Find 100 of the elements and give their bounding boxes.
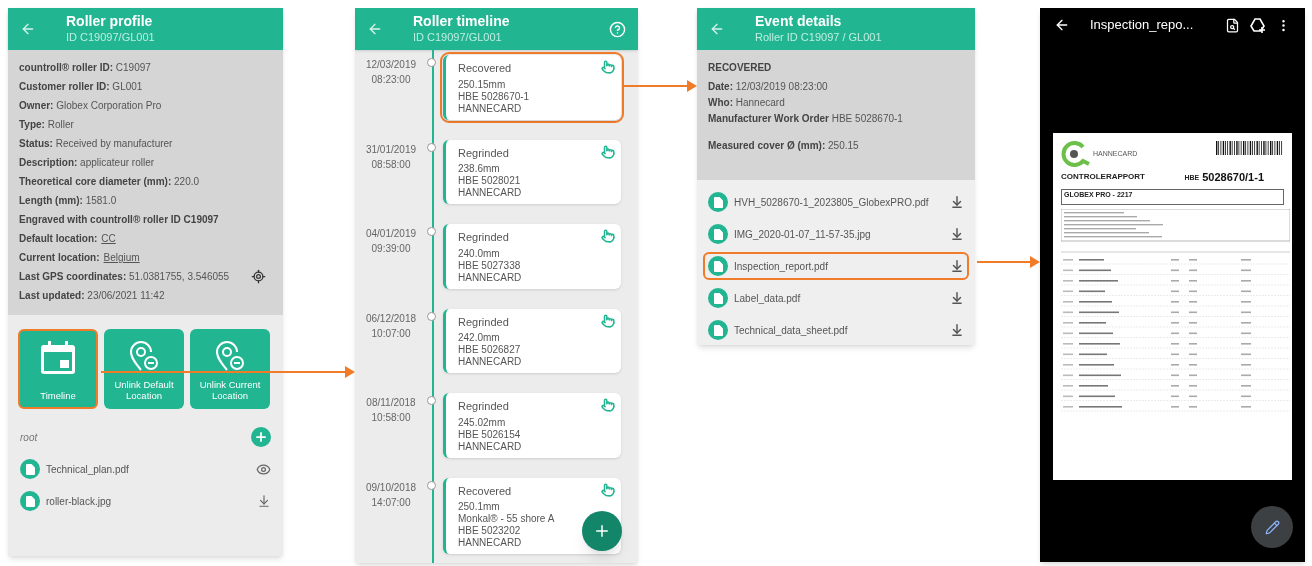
file-search-icon[interactable] xyxy=(1225,17,1240,33)
report-number: 5028670/1-1 xyxy=(1202,172,1264,183)
event-detail: 240.0mm xyxy=(458,247,501,260)
screen-title: Roller profile xyxy=(66,13,154,31)
event-detail: 238.6mm xyxy=(458,163,501,175)
event-date: 12/03/2019 xyxy=(365,58,417,72)
screen-subtitle: ID C19097/GL001 xyxy=(413,30,503,45)
folder-label: root xyxy=(20,430,38,445)
tap-icon[interactable] xyxy=(601,313,615,328)
file-icon xyxy=(708,256,728,276)
screen-title: Roller timeline xyxy=(413,13,511,31)
add-button[interactable] xyxy=(251,427,271,447)
field-text: countroll® roller ID: C19097 xyxy=(19,61,151,75)
screen-subtitle: Roller ID C19097 / GL001 xyxy=(755,30,883,45)
screen-title: Event details xyxy=(755,13,843,31)
event-detail: 245.02mm xyxy=(458,416,507,429)
tap-icon[interactable] xyxy=(601,229,615,243)
document-title: Inspection_repo... xyxy=(1090,16,1195,35)
barcode-icon xyxy=(1216,141,1284,155)
field-text: Description: applicateur roller xyxy=(19,156,155,170)
event-type: RECOVERED xyxy=(708,61,773,75)
event-date: 31/01/2019 xyxy=(365,142,417,157)
file-row[interactable]: Inspection_report.pdf xyxy=(705,254,967,278)
tap-icon[interactable] xyxy=(601,482,615,497)
event-card[interactable]: Regrinded 240.0mm HBE 5027338 HANNECARD xyxy=(440,221,624,292)
pin-minus-icon xyxy=(128,341,160,373)
event-card[interactable]: Recovered 250.15mm HBE 5028670-1 HANNECARD xyxy=(440,52,624,123)
tap-icon[interactable] xyxy=(601,144,615,159)
edit-button[interactable] xyxy=(1251,506,1293,548)
help-icon[interactable] xyxy=(609,20,626,38)
file-name[interactable]: roller-black.jpg xyxy=(46,493,251,509)
file-name: Label_data.pdf xyxy=(734,291,802,306)
event-detail: HBE 5026827 xyxy=(458,344,522,356)
file-name: HVH_5028670-1_2023805_GlobexPRO.pdf xyxy=(734,195,930,210)
back-icon[interactable] xyxy=(1054,17,1070,33)
file-name: Technical_data_sheet.pdf xyxy=(734,323,849,338)
event-detail: Monkal® - 55 shore A xyxy=(458,513,556,525)
file-icon xyxy=(708,320,728,340)
file-name[interactable]: Technical_plan.pdf xyxy=(46,461,250,477)
file-icon xyxy=(708,224,728,244)
event-time: 14:07:00 xyxy=(371,495,411,510)
file-icon xyxy=(708,192,728,212)
event-detail: HBE 5023202 xyxy=(458,525,522,537)
event-detail: HBE 5027338 xyxy=(458,259,522,272)
location-link[interactable]: Belgium xyxy=(103,250,140,265)
field-text: Owner: Globex Corporation Pro xyxy=(19,99,162,113)
field-text: Status: Received by manufacturer xyxy=(19,137,173,151)
event-detail: HBE 5026154 xyxy=(458,428,522,441)
field-text: Engraved with countroll® roller ID C19097 xyxy=(19,213,219,227)
file-row[interactable]: Technical_data_sheet.pdf xyxy=(705,318,967,342)
event-date: 06/12/2018 xyxy=(365,311,417,326)
logo-icon xyxy=(1061,141,1091,167)
download-icon[interactable] xyxy=(257,494,271,508)
field-label: Current location: xyxy=(19,251,100,265)
field-text: Measured cover Ø (mm): 250.15 xyxy=(708,139,860,153)
file-name: Inspection_report.pdf xyxy=(734,259,829,274)
field-text: Date: 12/03/2019 08:23:00 xyxy=(708,80,829,94)
event-detail: HBE 5028021 xyxy=(458,175,522,187)
event-type: Regrinded xyxy=(458,145,510,161)
tap-icon[interactable] xyxy=(601,60,615,74)
field-text: Manufacturer Work Order HBE 5028670-1 xyxy=(708,112,904,126)
pin-minus-icon xyxy=(214,341,246,373)
connector-arrow xyxy=(976,256,1040,268)
location-link[interactable]: CC xyxy=(101,231,116,246)
screen-subtitle: ID C19097/GL001 xyxy=(66,30,156,45)
event-type: Regrinded xyxy=(458,399,510,414)
file-row[interactable]: Label_data.pdf xyxy=(705,286,967,310)
field-text: Length (mm): 1581.0 xyxy=(19,194,117,208)
event-detail: 250.1mm xyxy=(458,501,501,513)
event-time: 08:23:00 xyxy=(371,73,411,87)
locate-icon[interactable] xyxy=(251,269,266,284)
event-date: 04/01/2019 xyxy=(365,227,417,241)
download-icon[interactable] xyxy=(950,291,964,305)
report-heading: CONTROLERAPPORT xyxy=(1061,171,1145,183)
download-icon[interactable] xyxy=(950,195,964,209)
event-date: 09/10/2018 xyxy=(365,480,417,495)
tap-icon[interactable] xyxy=(601,398,615,412)
plus-icon xyxy=(593,522,611,540)
download-icon[interactable] xyxy=(950,227,964,241)
event-detail: HBE 5028670-1 xyxy=(458,90,531,103)
download-icon[interactable] xyxy=(950,259,964,273)
field-text: Who: Hannecard xyxy=(708,96,786,110)
event-card[interactable]: Regrinded 245.02mm HBE 5026154 HANNECARD xyxy=(440,390,624,461)
event-detail: HANNECARD xyxy=(458,537,523,549)
file-name: IMG_2020-01-07_11-57-35.jpg xyxy=(734,227,872,242)
pencil-icon xyxy=(1264,519,1280,535)
file-row[interactable]: IMG_2020-01-07_11-57-35.jpg xyxy=(705,222,967,246)
file-icon xyxy=(708,288,728,308)
event-detail: HANNECARD xyxy=(458,356,523,368)
file-row[interactable]: HVH_5028670-1_2023805_GlobexPRO.pdf xyxy=(705,190,967,214)
event-detail: 242.0mm xyxy=(458,332,501,344)
calendar-icon xyxy=(40,341,76,375)
file-icon xyxy=(20,459,40,479)
download-icon[interactable] xyxy=(950,323,964,337)
event-time: 10:07:00 xyxy=(371,326,411,341)
field-text: Last updated: 23/06/2021 11:42 xyxy=(19,289,165,303)
field-text: Type: Roller xyxy=(19,118,74,132)
eye-icon[interactable] xyxy=(256,461,271,477)
field-text: Theoretical core diameter (mm): 220.0 xyxy=(19,175,200,189)
event-type: Recovered xyxy=(458,483,513,499)
